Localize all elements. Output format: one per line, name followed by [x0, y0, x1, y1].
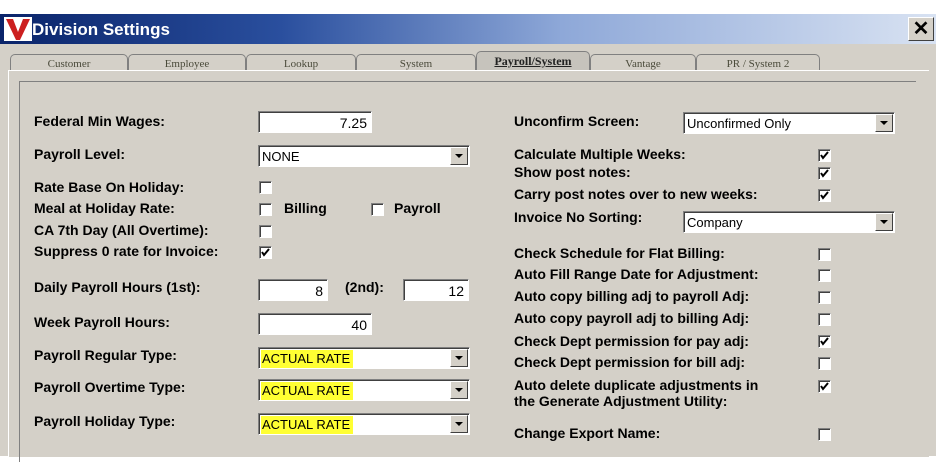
check-dept-pay-checkbox[interactable]	[818, 335, 831, 348]
change-export-name-label: Change Export Name:	[514, 425, 661, 441]
daily-hours-2nd-input[interactable]: 12	[403, 279, 469, 301]
unconfirm-screen-label: Unconfirm Screen:	[514, 113, 640, 129]
check-dept-pay-label: Check Dept permission for pay adj:	[514, 333, 749, 349]
suppress-zero-rate-label: Suppress 0 rate for Invoice:	[34, 243, 219, 259]
app-logo-icon	[4, 17, 32, 41]
chevron-down-icon[interactable]	[450, 381, 468, 399]
unconfirm-screen-value: Unconfirmed Only	[687, 116, 792, 131]
check-schedule-flat-checkbox[interactable]	[818, 248, 831, 261]
checkmark-icon	[820, 191, 829, 200]
auto-fill-range-label: Auto Fill Range Date for Adjustment:	[514, 266, 759, 282]
ca-7th-day-label: CA 7th Day (All Overtime):	[34, 222, 209, 238]
payroll-overtime-type-select[interactable]: ACTUAL RATE	[258, 379, 470, 401]
chevron-down-icon[interactable]	[875, 114, 893, 132]
check-schedule-flat-label: Check Schedule for Flat Billing:	[514, 245, 725, 261]
chevron-down-icon[interactable]	[450, 147, 468, 165]
payroll-holiday-type-label: Payroll Holiday Type:	[34, 413, 176, 429]
checkmark-icon	[820, 151, 829, 160]
payroll-holiday-type-select[interactable]: ACTUAL RATE	[258, 413, 470, 435]
carry-post-notes-label: Carry post notes over to new weeks:	[514, 186, 758, 202]
title-bar[interactable]: Division Settings	[0, 14, 936, 44]
rate-base-holiday-checkbox[interactable]	[259, 181, 272, 194]
payroll-regular-type-select[interactable]: ACTUAL RATE	[258, 347, 470, 369]
invoice-no-sorting-select[interactable]: Company	[683, 211, 895, 233]
close-icon: ✕	[912, 18, 930, 40]
auto-delete-dup-label-line1: Auto delete duplicate adjustments in	[514, 377, 759, 393]
suppress-zero-rate-checkbox[interactable]	[259, 246, 272, 259]
auto-delete-dup-checkbox[interactable]	[818, 380, 831, 393]
unconfirm-screen-select[interactable]: Unconfirmed Only	[683, 112, 895, 134]
payroll-level-value: NONE	[262, 149, 300, 164]
meal-billing-checkbox[interactable]	[259, 203, 272, 216]
payroll-level-select[interactable]: NONE	[258, 145, 470, 167]
chevron-down-icon[interactable]	[450, 349, 468, 367]
invoice-no-sorting-value: Company	[687, 215, 743, 230]
daily-hours-1st-input[interactable]: 8	[258, 279, 328, 301]
carry-post-notes-checkbox[interactable]	[818, 189, 831, 202]
chevron-down-icon[interactable]	[875, 213, 893, 231]
rate-base-holiday-label: Rate Base On Holiday:	[34, 179, 185, 195]
calc-multiple-weeks-label: Calculate Multiple Weeks:	[514, 146, 686, 162]
tab-strip: Customer Employee Lookup System Payroll/…	[0, 44, 936, 74]
auto-copy-payroll-label: Auto copy payroll adj to billing Adj:	[514, 310, 750, 326]
auto-copy-billing-checkbox[interactable]	[818, 291, 831, 304]
week-payroll-hours-label: Week Payroll Hours:	[34, 314, 170, 330]
chevron-down-icon[interactable]	[450, 415, 468, 433]
daily-hours-2nd-label: (2nd):	[345, 279, 384, 295]
payroll-overtime-type-value: ACTUAL RATE	[261, 382, 354, 400]
show-post-notes-checkbox[interactable]	[818, 167, 831, 180]
close-button[interactable]: ✕	[908, 17, 934, 41]
meal-payroll-label: Payroll	[394, 200, 441, 216]
ca-7th-day-checkbox[interactable]	[259, 225, 272, 238]
show-post-notes-label: Show post notes:	[514, 164, 631, 180]
meal-payroll-checkbox[interactable]	[371, 203, 384, 216]
payroll-overtime-type-label: Payroll Overtime Type:	[34, 379, 186, 395]
auto-copy-billing-label: Auto copy billing adj to payroll Adj:	[514, 288, 750, 304]
federal-min-wages-label: Federal Min Wages:	[34, 113, 165, 129]
meal-billing-label: Billing	[284, 200, 327, 216]
auto-copy-payroll-checkbox[interactable]	[818, 313, 831, 326]
check-dept-bill-label: Check Dept permission for bill adj:	[514, 354, 746, 370]
invoice-no-sorting-label: Invoice No Sorting:	[514, 209, 643, 225]
auto-delete-dup-label-line2: the Generate Adjustment Utility:	[514, 393, 728, 409]
federal-min-wages-input[interactable]: 7.25	[258, 111, 372, 133]
checkmark-icon	[820, 337, 829, 346]
checkmark-icon	[820, 169, 829, 178]
payroll-holiday-type-value: ACTUAL RATE	[261, 416, 354, 434]
auto-fill-range-checkbox[interactable]	[818, 269, 831, 282]
checkmark-icon	[261, 248, 270, 257]
payroll-regular-type-value: ACTUAL RATE	[261, 350, 354, 368]
calc-multiple-weeks-checkbox[interactable]	[818, 149, 831, 162]
daily-payroll-hours-label: Daily Payroll Hours (1st):	[34, 279, 201, 295]
payroll-regular-type-label: Payroll Regular Type:	[34, 347, 177, 363]
settings-panel-frame	[19, 81, 916, 462]
change-export-name-checkbox[interactable]	[818, 428, 831, 441]
check-dept-bill-checkbox[interactable]	[818, 357, 831, 370]
checkmark-icon	[820, 382, 829, 391]
week-payroll-hours-input[interactable]: 40	[258, 313, 372, 335]
payroll-level-label: Payroll Level:	[34, 146, 126, 162]
meal-holiday-rate-label: Meal at Holiday Rate:	[34, 200, 175, 216]
window-title: Division Settings	[32, 20, 170, 39]
